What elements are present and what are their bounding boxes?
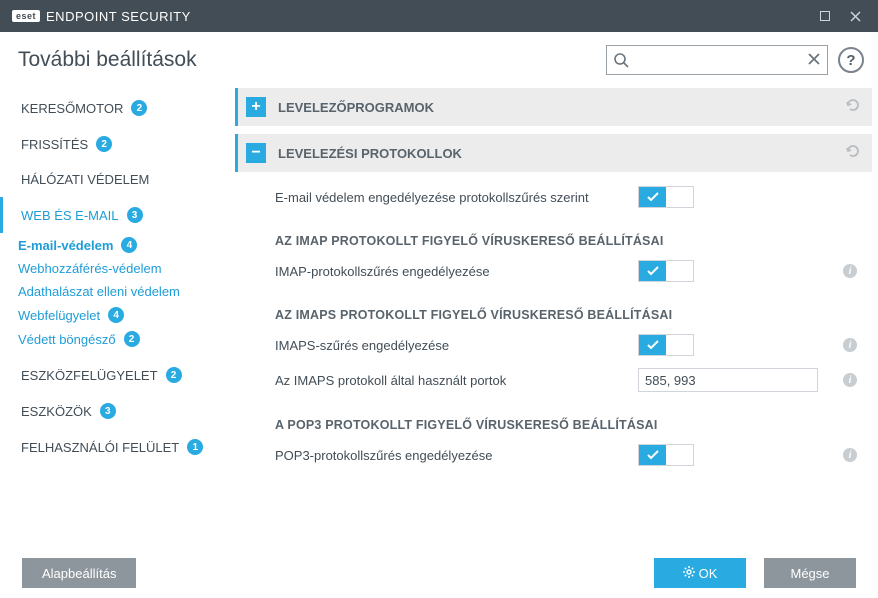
sidebar-item-label: FRISSÍTÉS	[21, 137, 88, 152]
section-title: LEVELEZÉSI PROTOKOLLOK	[278, 146, 844, 161]
sidebar-item-eszkozfelugyelet[interactable]: ESZKÖZFELÜGYELET 2	[0, 357, 225, 393]
sidebar-item-label: ESZKÖZÖK	[21, 404, 92, 419]
sidebar-item-label: HÁLÓZATI VÉDELEM	[21, 172, 149, 187]
info-icon[interactable]: i	[843, 448, 857, 462]
row-imaps-filter: IMAPS-szűrés engedélyezése i	[235, 328, 872, 362]
toggle-imap-filter[interactable]	[638, 260, 694, 282]
sidebar-item-eszkozok[interactable]: ESZKÖZÖK 3	[0, 393, 225, 429]
badge: 3	[127, 207, 143, 223]
gear-icon	[683, 566, 695, 581]
search-input[interactable]	[633, 53, 801, 68]
expand-icon[interactable]: +	[246, 97, 266, 117]
sidebar-item-label: ESZKÖZFELÜGYELET	[21, 368, 158, 383]
content-panel: + LEVELEZŐPROGRAMOK − LEVELEZÉSI PROTOKO…	[225, 88, 878, 548]
brand-text: ENDPOINT SECURITY	[46, 9, 191, 24]
sidebar-item-frissites[interactable]: FRISSÍTÉS 2	[0, 126, 225, 162]
sidebar-item-web-es-email[interactable]: WEB ÉS E-MAIL 3	[0, 197, 225, 233]
sidebar-subitem-vedett-bongeszo[interactable]: Védett böngésző 2	[0, 327, 225, 351]
badge: 2	[131, 100, 147, 116]
sidebar-item-label: Webhozzáférés-védelem	[18, 261, 162, 276]
section-mail-clients[interactable]: + LEVELEZŐPROGRAMOK	[235, 88, 872, 126]
badge: 4	[108, 307, 124, 323]
sidebar-item-halozati-vedelem[interactable]: HÁLÓZATI VÉDELEM	[0, 162, 225, 197]
row-pop3-filter: POP3-protokollszűrés engedélyezése i	[235, 438, 872, 472]
badge: 2	[96, 136, 112, 152]
badge: 4	[121, 237, 137, 253]
subhead-imap: AZ IMAP PROTOKOLLT FIGYELŐ VÍRUSKERESŐ B…	[235, 214, 872, 254]
badge: 1	[187, 439, 203, 455]
badge: 2	[166, 367, 182, 383]
sidebar-subitem-webfelugyelet[interactable]: Webfelügyelet 4	[0, 303, 225, 327]
collapse-icon[interactable]: −	[246, 143, 266, 163]
sidebar-item-label: E-mail-védelem	[18, 238, 113, 253]
ok-label: OK	[699, 566, 718, 581]
imaps-ports-input[interactable]	[638, 368, 818, 392]
setting-label: E-mail védelem engedélyezése protokollsz…	[275, 190, 638, 205]
header: További beállítások ?	[0, 32, 878, 88]
toggle-imaps-filter[interactable]	[638, 334, 694, 356]
titlebar: eset ENDPOINT SECURITY	[0, 0, 878, 32]
toggle-enable-email-protection[interactable]	[638, 186, 694, 208]
window-close-icon[interactable]	[840, 4, 870, 28]
sidebar-item-keresomotor[interactable]: KERESŐMOTOR 2	[0, 90, 225, 126]
sidebar-item-label: WEB ÉS E-MAIL	[21, 208, 119, 223]
clear-search-icon[interactable]	[807, 52, 821, 69]
info-icon[interactable]: i	[843, 338, 857, 352]
ok-button[interactable]: OK	[654, 558, 746, 588]
subhead-pop3: A POP3 PROTOKOLLT FIGYELŐ VÍRUSKERESŐ BE…	[235, 398, 872, 438]
badge: 3	[100, 403, 116, 419]
info-icon[interactable]: i	[843, 264, 857, 278]
help-button[interactable]: ?	[838, 47, 864, 73]
revert-icon[interactable]	[844, 142, 862, 165]
sidebar-item-label: Webfelügyelet	[18, 308, 100, 323]
subhead-imaps: AZ IMAPS PROTOKOLLT FIGYELŐ VÍRUSKERESŐ …	[235, 288, 872, 328]
info-icon[interactable]: i	[843, 373, 857, 387]
footer: Alapbeállítás OK Mégse	[0, 548, 878, 598]
toggle-pop3-filter[interactable]	[638, 444, 694, 466]
section-mail-protocols[interactable]: − LEVELEZÉSI PROTOKOLLOK	[235, 134, 872, 172]
brand-badge: eset	[12, 10, 40, 22]
sidebar-item-label: KERESŐMOTOR	[21, 101, 123, 116]
setting-label: POP3-protokollszűrés engedélyezése	[275, 448, 638, 463]
default-button[interactable]: Alapbeállítás	[22, 558, 136, 588]
sidebar-item-felhasznaloi-felulet[interactable]: FELHASZNÁLÓI FELÜLET 1	[0, 429, 225, 465]
row-enable-email-protection: E-mail védelem engedélyezése protokollsz…	[235, 180, 872, 214]
row-imaps-ports: Az IMAPS protokoll által használt portok…	[235, 362, 872, 398]
sidebar-subitem-adathalaszat[interactable]: Adathalászat elleni védelem	[0, 280, 225, 303]
setting-label: IMAPS-szűrés engedélyezése	[275, 338, 638, 353]
sidebar: KERESŐMOTOR 2 FRISSÍTÉS 2 HÁLÓZATI VÉDEL…	[0, 88, 225, 548]
search-icon	[613, 52, 629, 73]
search-field[interactable]	[606, 45, 828, 75]
sidebar-item-label: Adathalászat elleni védelem	[18, 284, 180, 299]
sidebar-subitem-email-vedelem[interactable]: E-mail-védelem 4	[0, 233, 225, 257]
sidebar-item-label: FELHASZNÁLÓI FELÜLET	[21, 440, 179, 455]
sidebar-item-label: Védett böngésző	[18, 332, 116, 347]
page-title: További beállítások	[18, 48, 197, 72]
badge: 2	[124, 331, 140, 347]
window-maximize-icon[interactable]	[810, 4, 840, 28]
section-title: LEVELEZŐPROGRAMOK	[278, 100, 844, 115]
setting-label: Az IMAPS protokoll által használt portok	[275, 373, 638, 388]
setting-label: IMAP-protokollszűrés engedélyezése	[275, 264, 638, 279]
revert-icon[interactable]	[844, 96, 862, 119]
row-imap-filter: IMAP-protokollszűrés engedélyezése i	[235, 254, 872, 288]
cancel-button[interactable]: Mégse	[764, 558, 856, 588]
sidebar-subitem-webhozzaferes[interactable]: Webhozzáférés-védelem	[0, 257, 225, 280]
